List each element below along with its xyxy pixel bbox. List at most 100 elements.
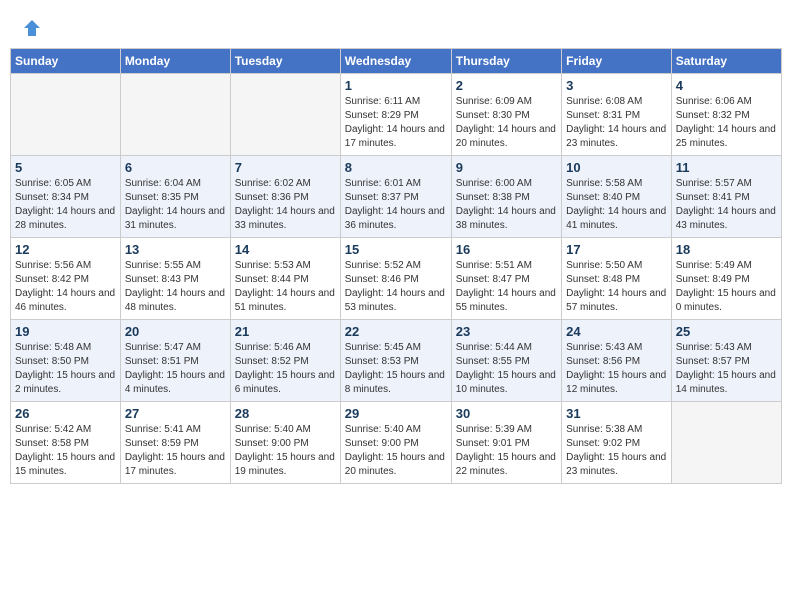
calendar-cell: 23 Sunrise: 5:44 AMSunset: 8:55 PMDayligh… bbox=[451, 320, 561, 402]
day-number: 14 bbox=[235, 242, 336, 257]
calendar-cell: 13 Sunrise: 5:55 AMSunset: 8:43 PMDayligh… bbox=[120, 238, 230, 320]
day-info: Sunrise: 5:51 AMSunset: 8:47 PMDaylight:… bbox=[456, 259, 557, 315]
calendar-cell: 26 Sunrise: 5:42 AMSunset: 8:58 PMDayligh… bbox=[11, 402, 121, 484]
calendar-cell: 29 Sunrise: 5:40 AMSunset: 9:00 PMDayligh… bbox=[340, 402, 451, 484]
day-number: 27 bbox=[125, 406, 226, 421]
day-info: Sunrise: 6:11 AMSunset: 8:29 PMDaylight:… bbox=[345, 95, 447, 151]
day-number: 17 bbox=[566, 242, 667, 257]
day-number: 22 bbox=[345, 324, 447, 339]
day-number: 16 bbox=[456, 242, 557, 257]
day-info: Sunrise: 5:41 AMSunset: 8:59 PMDaylight:… bbox=[125, 423, 226, 479]
calendar-cell: 1Sunrise: 6:11 AMSunset: 8:29 PMDaylight… bbox=[340, 74, 451, 156]
day-info: Sunrise: 5:40 AMSunset: 9:00 PMDaylight:… bbox=[235, 423, 336, 479]
day-info: Sunrise: 5:52 AMSunset: 8:46 PMDaylight:… bbox=[345, 259, 447, 315]
calendar-cell: 18Sunrise: 5:49 AMSunset: 8:49 PMDayligh… bbox=[671, 238, 781, 320]
day-info: Sunrise: 5:43 AMSunset: 8:56 PMDaylight:… bbox=[566, 341, 667, 397]
calendar-cell: 15 Sunrise: 5:52 AMSunset: 8:46 PMDayligh… bbox=[340, 238, 451, 320]
day-number: 20 bbox=[125, 324, 226, 339]
day-info: Sunrise: 5:50 AMSunset: 8:48 PMDaylight:… bbox=[566, 259, 667, 315]
calendar-cell: 31 Sunrise: 5:38 AMSunset: 9:02 PMDayligh… bbox=[562, 402, 672, 484]
calendar-table: SundayMondayTuesdayWednesdayThursdayFrid… bbox=[10, 48, 782, 484]
day-info: Sunrise: 6:05 AMSunset: 8:34 PMDaylight:… bbox=[15, 177, 116, 233]
calendar-cell bbox=[11, 74, 121, 156]
day-info: Sunrise: 5:56 AMSunset: 8:42 PMDaylight:… bbox=[15, 259, 116, 315]
day-info: Sunrise: 5:43 AMSunset: 8:57 PMDaylight:… bbox=[676, 341, 777, 397]
calendar-cell: 28 Sunrise: 5:40 AMSunset: 9:00 PMDayligh… bbox=[230, 402, 340, 484]
day-number: 6 bbox=[125, 160, 226, 175]
day-number: 9 bbox=[456, 160, 557, 175]
day-info: Sunrise: 5:46 AMSunset: 8:52 PMDaylight:… bbox=[235, 341, 336, 397]
day-number: 2 bbox=[456, 78, 557, 93]
day-number: 19 bbox=[15, 324, 116, 339]
day-info: Sunrise: 5:49 AMSunset: 8:49 PMDaylight:… bbox=[676, 259, 777, 315]
day-info: Sunrise: 6:02 AMSunset: 8:36 PMDaylight:… bbox=[235, 177, 336, 233]
calendar-cell: 14 Sunrise: 5:53 AMSunset: 8:44 PMDayligh… bbox=[230, 238, 340, 320]
day-number: 28 bbox=[235, 406, 336, 421]
day-info: Sunrise: 5:45 AMSunset: 8:53 PMDaylight:… bbox=[345, 341, 447, 397]
header-wednesday: Wednesday bbox=[340, 49, 451, 74]
day-info: Sunrise: 5:57 AMSunset: 8:41 PMDaylight:… bbox=[676, 177, 777, 233]
day-number: 15 bbox=[345, 242, 447, 257]
calendar-cell: 24Sunrise: 5:43 AMSunset: 8:56 PMDayligh… bbox=[562, 320, 672, 402]
day-number: 13 bbox=[125, 242, 226, 257]
day-info: Sunrise: 6:04 AMSunset: 8:35 PMDaylight:… bbox=[125, 177, 226, 233]
page-header bbox=[10, 10, 782, 42]
day-number: 29 bbox=[345, 406, 447, 421]
day-info: Sunrise: 5:47 AMSunset: 8:51 PMDaylight:… bbox=[125, 341, 226, 397]
calendar-cell: 6 Sunrise: 6:04 AMSunset: 8:35 PMDaylight… bbox=[120, 156, 230, 238]
day-number: 30 bbox=[456, 406, 557, 421]
day-info: Sunrise: 6:08 AMSunset: 8:31 PMDaylight:… bbox=[566, 95, 667, 151]
day-number: 4 bbox=[676, 78, 777, 93]
day-number: 23 bbox=[456, 324, 557, 339]
day-number: 3 bbox=[566, 78, 667, 93]
calendar-cell: 8 Sunrise: 6:01 AMSunset: 8:37 PMDaylight… bbox=[340, 156, 451, 238]
day-number: 12 bbox=[15, 242, 116, 257]
calendar-cell bbox=[671, 402, 781, 484]
day-number: 11 bbox=[676, 160, 777, 175]
header-sunday: Sunday bbox=[11, 49, 121, 74]
week-row-2: 5 Sunrise: 6:05 AMSunset: 8:34 PMDaylight… bbox=[11, 156, 782, 238]
calendar-cell: 7 Sunrise: 6:02 AMSunset: 8:36 PMDaylight… bbox=[230, 156, 340, 238]
calendar-cell: 21 Sunrise: 5:46 AMSunset: 8:52 PMDayligh… bbox=[230, 320, 340, 402]
week-row-1: 1Sunrise: 6:11 AMSunset: 8:29 PMDaylight… bbox=[11, 74, 782, 156]
day-number: 7 bbox=[235, 160, 336, 175]
calendar-cell: 9 Sunrise: 6:00 AMSunset: 8:38 PMDaylight… bbox=[451, 156, 561, 238]
day-info: Sunrise: 5:42 AMSunset: 8:58 PMDaylight:… bbox=[15, 423, 116, 479]
day-info: Sunrise: 5:58 AMSunset: 8:40 PMDaylight:… bbox=[566, 177, 667, 233]
day-info: Sunrise: 5:39 AMSunset: 9:01 PMDaylight:… bbox=[456, 423, 557, 479]
week-row-4: 19Sunrise: 5:48 AMSunset: 8:50 PMDayligh… bbox=[11, 320, 782, 402]
day-number: 5 bbox=[15, 160, 116, 175]
calendar-cell: 17 Sunrise: 5:50 AMSunset: 8:48 PMDayligh… bbox=[562, 238, 672, 320]
day-info: Sunrise: 5:38 AMSunset: 9:02 PMDaylight:… bbox=[566, 423, 667, 479]
day-info: Sunrise: 5:53 AMSunset: 8:44 PMDaylight:… bbox=[235, 259, 336, 315]
week-row-3: 12 Sunrise: 5:56 AMSunset: 8:42 PMDayligh… bbox=[11, 238, 782, 320]
header-monday: Monday bbox=[120, 49, 230, 74]
day-number: 21 bbox=[235, 324, 336, 339]
calendar-cell: 5 Sunrise: 6:05 AMSunset: 8:34 PMDaylight… bbox=[11, 156, 121, 238]
day-number: 10 bbox=[566, 160, 667, 175]
header-friday: Friday bbox=[562, 49, 672, 74]
day-number: 8 bbox=[345, 160, 447, 175]
calendar-cell: 10 Sunrise: 5:58 AMSunset: 8:40 PMDayligh… bbox=[562, 156, 672, 238]
calendar-cell bbox=[120, 74, 230, 156]
calendar-cell: 20 Sunrise: 5:47 AMSunset: 8:51 PMDayligh… bbox=[120, 320, 230, 402]
day-info: Sunrise: 6:06 AMSunset: 8:32 PMDaylight:… bbox=[676, 95, 777, 151]
calendar-cell: 22 Sunrise: 5:45 AMSunset: 8:53 PMDayligh… bbox=[340, 320, 451, 402]
calendar-cell: 27 Sunrise: 5:41 AMSunset: 8:59 PMDayligh… bbox=[120, 402, 230, 484]
day-info: Sunrise: 6:00 AMSunset: 8:38 PMDaylight:… bbox=[456, 177, 557, 233]
day-info: Sunrise: 5:44 AMSunset: 8:55 PMDaylight:… bbox=[456, 341, 557, 397]
day-info: Sunrise: 6:09 AMSunset: 8:30 PMDaylight:… bbox=[456, 95, 557, 151]
calendar-cell: 4 Sunrise: 6:06 AMSunset: 8:32 PMDaylight… bbox=[671, 74, 781, 156]
day-number: 31 bbox=[566, 406, 667, 421]
day-number: 25 bbox=[676, 324, 777, 339]
calendar-cell bbox=[230, 74, 340, 156]
logo bbox=[20, 18, 42, 38]
calendar-cell: 3 Sunrise: 6:08 AMSunset: 8:31 PMDaylight… bbox=[562, 74, 672, 156]
day-info: Sunrise: 5:55 AMSunset: 8:43 PMDaylight:… bbox=[125, 259, 226, 315]
day-info: Sunrise: 6:01 AMSunset: 8:37 PMDaylight:… bbox=[345, 177, 447, 233]
calendar-cell: 19Sunrise: 5:48 AMSunset: 8:50 PMDayligh… bbox=[11, 320, 121, 402]
day-info: Sunrise: 5:40 AMSunset: 9:00 PMDaylight:… bbox=[345, 423, 447, 479]
calendar-cell: 2 Sunrise: 6:09 AMSunset: 8:30 PMDaylight… bbox=[451, 74, 561, 156]
calendar-header-row: SundayMondayTuesdayWednesdayThursdayFrid… bbox=[11, 49, 782, 74]
day-number: 26 bbox=[15, 406, 116, 421]
